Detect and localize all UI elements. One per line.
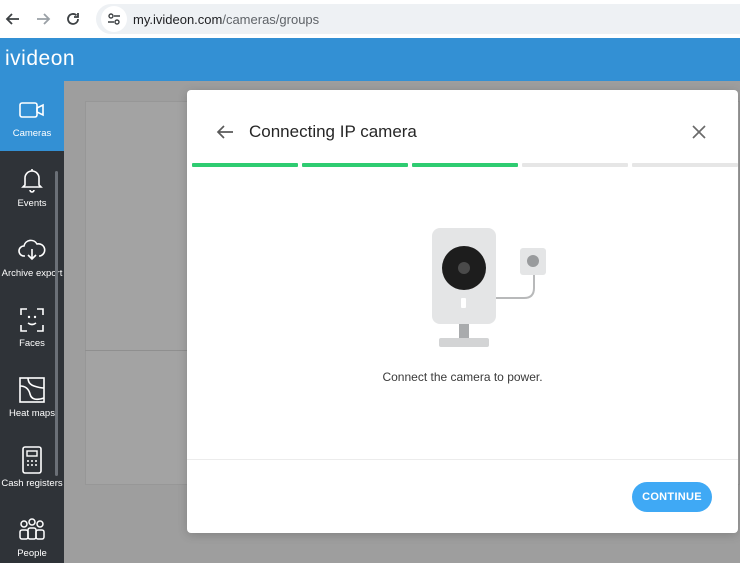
sidebar-item-label: Events [17, 198, 47, 209]
forward-arrow-icon[interactable] [28, 4, 58, 34]
sidebar-item-people[interactable]: People [0, 501, 64, 563]
sidebar-item-label: People [17, 548, 47, 559]
site-settings-icon[interactable] [101, 6, 127, 32]
instruction-text: Connect the camera to power. [382, 370, 543, 384]
camera-power-illustration [424, 226, 554, 356]
sidebar-scrollbar[interactable] [55, 171, 58, 476]
background-divider [85, 350, 195, 351]
url-text: my.ivideon.com/cameras/groups [133, 12, 319, 27]
sidebar-item-cameras[interactable]: Cameras [0, 81, 64, 151]
progress-step [192, 163, 298, 167]
browser-toolbar: my.ivideon.com/cameras/groups [0, 0, 740, 38]
step-progress [192, 163, 738, 167]
sidebar-item-label: Faces [19, 338, 45, 349]
heat-map-icon [17, 375, 47, 405]
url-path: /cameras/groups [222, 11, 320, 27]
ivideon-logo[interactable]: ivideon [5, 47, 75, 71]
back-arrow-icon[interactable] [0, 4, 28, 34]
sidebar-item-label: Cameras [12, 128, 52, 139]
progress-step [412, 163, 518, 167]
continue-button[interactable]: CONTINUE [632, 482, 712, 512]
sidebar: Cameras Events Archive export Faces Heat… [0, 81, 64, 563]
sidebar-item-label: Heat maps [9, 408, 55, 419]
dialog-title: Connecting IP camera [249, 122, 417, 141]
camera-icon [17, 95, 47, 125]
back-arrow-icon[interactable] [213, 120, 237, 144]
address-bar[interactable]: my.ivideon.com/cameras/groups [96, 4, 740, 34]
close-icon[interactable] [687, 120, 711, 144]
face-scan-icon [17, 305, 47, 335]
connect-camera-dialog: Connecting IP camera Connect the camera … [187, 90, 738, 533]
app-header: ivideon [0, 38, 740, 81]
bell-icon [17, 165, 47, 195]
sidebar-item-label: Cash registers [1, 478, 63, 489]
dialog-footer-divider [187, 459, 738, 460]
progress-step [632, 163, 738, 167]
people-icon [17, 515, 47, 545]
ip-camera-icon [432, 228, 546, 347]
reload-icon[interactable] [58, 4, 88, 34]
cash-register-icon [17, 445, 47, 475]
cloud-download-icon [17, 235, 47, 265]
url-host: my.ivideon.com [133, 11, 223, 27]
progress-step [302, 163, 408, 167]
sidebar-item-label: Archive export [1, 268, 63, 279]
progress-step [522, 163, 628, 167]
